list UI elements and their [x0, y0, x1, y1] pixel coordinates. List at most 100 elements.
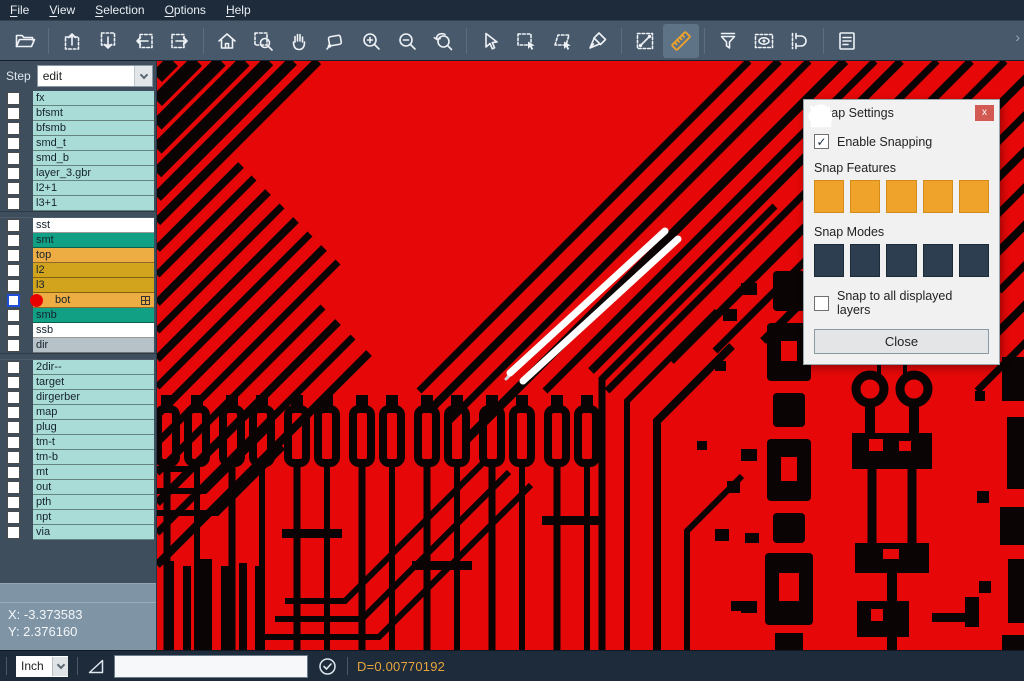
layer-row[interactable]: smt: [0, 233, 156, 248]
zoom-object-button[interactable]: [317, 24, 353, 58]
layer-row[interactable]: top: [0, 248, 156, 263]
layer-visibility-checkbox[interactable]: [7, 137, 20, 150]
layer-name-cell[interactable]: pth: [33, 495, 154, 510]
layer-visibility-checkbox[interactable]: [7, 294, 20, 307]
layer-visibility-checkbox[interactable]: [7, 122, 20, 135]
layer-row[interactable]: l3+1: [0, 196, 156, 211]
layer-row[interactable]: 2dir--: [0, 360, 156, 375]
layer-row[interactable]: smd_t: [0, 136, 156, 151]
layer-name-cell[interactable]: dirgerber: [33, 390, 154, 405]
layer-visibility-checkbox[interactable]: [7, 309, 20, 322]
report-list-button[interactable]: [829, 24, 865, 58]
toolbar-overflow-chevron[interactable]: ›: [1015, 29, 1020, 45]
layer-row[interactable]: l2: [0, 263, 156, 278]
layer-visibility-checkbox[interactable]: [7, 481, 20, 494]
open-folder-button[interactable]: [7, 24, 43, 58]
layer-row[interactable]: bot: [0, 293, 156, 308]
menu-selection[interactable]: Selection: [85, 0, 154, 20]
layer-visibility-checkbox[interactable]: [7, 526, 20, 539]
layer-name-cell[interactable]: ssb: [33, 323, 154, 338]
layer-row[interactable]: out: [0, 480, 156, 495]
layer-visibility-checkbox[interactable]: [7, 279, 20, 292]
zoom-in-button[interactable]: [353, 24, 389, 58]
layer-row[interactable]: npt: [0, 510, 156, 525]
snap-contour-button[interactable]: [959, 244, 989, 277]
shift-left-button[interactable]: [126, 24, 162, 58]
layer-visibility-checkbox[interactable]: [7, 511, 20, 524]
layer-visibility-checkbox[interactable]: [7, 264, 20, 277]
menu-help[interactable]: Help: [216, 0, 261, 20]
layer-row[interactable]: smd_b: [0, 151, 156, 166]
layer-name-cell[interactable]: l3: [33, 278, 154, 293]
layer-visibility-checkbox[interactable]: [7, 234, 20, 247]
layer-visibility-checkbox[interactable]: [7, 421, 20, 434]
layer-name-cell[interactable]: layer_3.gbr: [33, 166, 154, 181]
menu-file[interactable]: File: [0, 0, 39, 20]
pcb-canvas[interactable]: Snap Settings x ✓ Enable Snapping Snap F…: [157, 61, 1024, 650]
layer-row[interactable]: mt: [0, 465, 156, 480]
layer-name-cell[interactable]: tm-t: [33, 435, 154, 450]
layer-visibility-checkbox[interactable]: [7, 182, 20, 195]
layer-name-cell[interactable]: l2+1: [33, 181, 154, 196]
layer-name-cell[interactable]: out: [33, 480, 154, 495]
refresh-check-icon[interactable]: [317, 656, 338, 677]
clean-brush-button[interactable]: [580, 24, 616, 58]
layer-row[interactable]: map: [0, 405, 156, 420]
select-rectangle-button[interactable]: [508, 24, 544, 58]
layer-row[interactable]: target: [0, 375, 156, 390]
layer-name-cell[interactable]: bot: [33, 293, 154, 308]
layer-visibility-checkbox[interactable]: [7, 466, 20, 479]
layer-visibility-checkbox[interactable]: [7, 361, 20, 374]
layer-name-cell[interactable]: smd_t: [33, 136, 154, 151]
layer-row[interactable]: tm-t: [0, 435, 156, 450]
layer-visibility-checkbox[interactable]: [7, 339, 20, 352]
layer-visibility-checkbox[interactable]: [7, 391, 20, 404]
layer-row[interactable]: dirgerber: [0, 390, 156, 405]
layer-row[interactable]: tm-b: [0, 450, 156, 465]
layer-name-cell[interactable]: tm-b: [33, 450, 154, 465]
select-polygon-button[interactable]: [544, 24, 580, 58]
zoom-out-button[interactable]: [389, 24, 425, 58]
layer-visibility-checkbox[interactable]: [7, 376, 20, 389]
layer-visibility-checkbox[interactable]: [7, 451, 20, 464]
ruler-button[interactable]: [663, 24, 699, 58]
layer-name-cell[interactable]: mt: [33, 465, 154, 480]
view-box-button[interactable]: [746, 24, 782, 58]
layer-name-cell[interactable]: npt: [33, 510, 154, 525]
layer-visibility-checkbox[interactable]: [7, 197, 20, 210]
layer-visibility-checkbox[interactable]: [7, 249, 20, 262]
measure-input[interactable]: [114, 655, 308, 678]
layer-name-cell[interactable]: sst: [33, 218, 154, 233]
layer-name-cell[interactable]: smd_b: [33, 151, 154, 166]
layer-name-cell[interactable]: plug: [33, 420, 154, 435]
layer-row[interactable]: bfsmb: [0, 121, 156, 136]
layer-visibility-checkbox[interactable]: [7, 152, 20, 165]
unit-select[interactable]: Inch: [16, 656, 68, 677]
layer-row[interactable]: via: [0, 525, 156, 540]
snap-magnet-button[interactable]: [782, 24, 818, 58]
layer-name-cell[interactable]: target: [33, 375, 154, 390]
layer-name-cell[interactable]: l2: [33, 263, 154, 278]
layer-name-cell[interactable]: top: [33, 248, 154, 263]
layer-name-cell[interactable]: dir: [33, 338, 154, 353]
layer-row[interactable]: l3: [0, 278, 156, 293]
layer-row[interactable]: smb: [0, 308, 156, 323]
select-cursor-button[interactable]: [472, 24, 508, 58]
layer-name-cell[interactable]: bfsmb: [33, 121, 154, 136]
filter-button[interactable]: [710, 24, 746, 58]
layer-row[interactable]: layer_3.gbr: [0, 166, 156, 181]
layer-row[interactable]: pth: [0, 495, 156, 510]
layer-row[interactable]: ssb: [0, 323, 156, 338]
shift-down-button[interactable]: [90, 24, 126, 58]
layer-visibility-checkbox[interactable]: [7, 219, 20, 232]
step-select[interactable]: edit: [37, 65, 153, 87]
layer-row[interactable]: l2+1: [0, 181, 156, 196]
layer-name-cell[interactable]: via: [33, 525, 154, 540]
layer-visibility-checkbox[interactable]: [7, 406, 20, 419]
zoom-window-button[interactable]: [245, 24, 281, 58]
zoom-previous-button[interactable]: [425, 24, 461, 58]
layer-name-cell[interactable]: bfsmt: [33, 106, 154, 121]
layer-row[interactable]: dir: [0, 338, 156, 353]
layer-visibility-checkbox[interactable]: [7, 92, 20, 105]
layer-row[interactable]: bfsmt: [0, 106, 156, 121]
